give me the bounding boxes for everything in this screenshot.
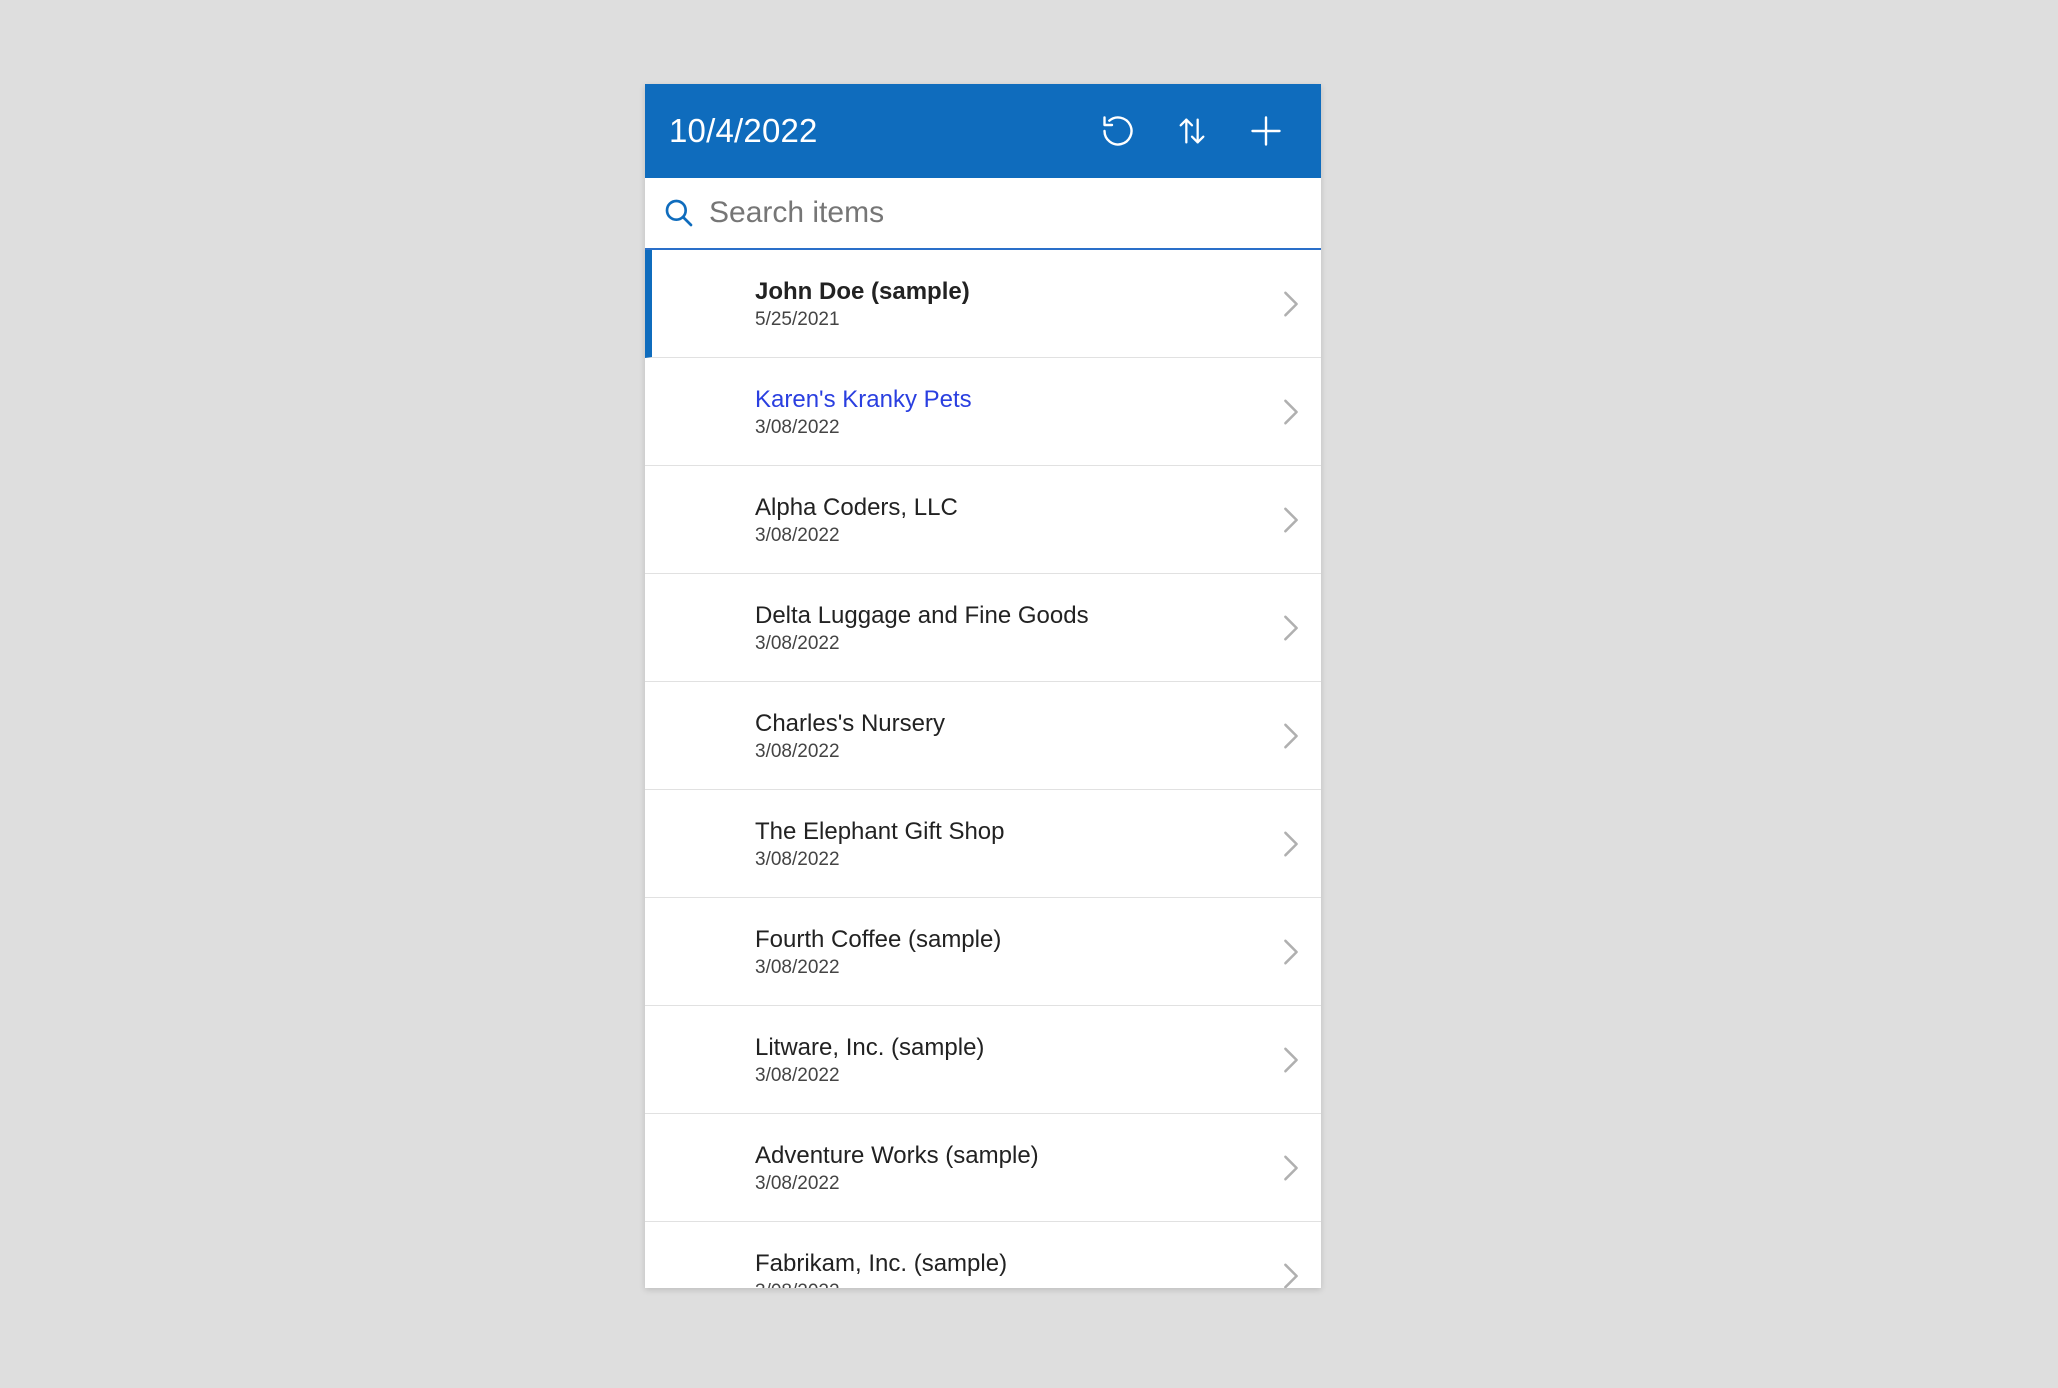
search-bar[interactable] (645, 178, 1321, 250)
list-item[interactable]: Alpha Coders, LLC3/08/2022 (645, 466, 1321, 574)
list-item-text: Fabrikam, Inc. (sample) 3/08/2022 (755, 1249, 1275, 1289)
header-title: 10/4/2022 (669, 112, 1077, 150)
list-item-text: Alpha Coders, LLC3/08/2022 (755, 493, 1275, 547)
chevron-right-icon (1275, 614, 1307, 642)
list-item-title: Litware, Inc. (sample) (755, 1033, 1275, 1063)
sort-button[interactable] (1159, 99, 1225, 163)
list-item-date: 3/08/2022 (755, 525, 1275, 547)
list-item[interactable]: Adventure Works (sample)3/08/2022 (645, 1114, 1321, 1222)
search-input[interactable] (709, 196, 1303, 230)
list-item[interactable]: Fourth Coffee (sample)3/08/2022 (645, 898, 1321, 1006)
list-item-date: 3/08/2022 (755, 741, 1275, 763)
refresh-icon (1100, 113, 1136, 149)
list-item-text: Delta Luggage and Fine Goods3/08/2022 (755, 601, 1275, 655)
list-item[interactable]: Litware, Inc. (sample)3/08/2022 (645, 1006, 1321, 1114)
list-item-text: Adventure Works (sample)3/08/2022 (755, 1141, 1275, 1195)
list-item[interactable]: Delta Luggage and Fine Goods3/08/2022 (645, 574, 1321, 682)
chevron-right-icon (1275, 1046, 1307, 1074)
list-item-text: Charles's Nursery3/08/2022 (755, 709, 1275, 763)
list-item-title: John Doe (sample) (755, 277, 1275, 307)
chevron-right-icon (1275, 1262, 1307, 1289)
list-item-date: 3/08/2022 (755, 633, 1275, 655)
list-item-date: 3/08/2022 (755, 417, 1275, 439)
list-item[interactable]: Karen's Kranky Pets3/08/2022 (645, 358, 1321, 466)
list-item-text: John Doe (sample)5/25/2021 (755, 277, 1275, 331)
chevron-right-icon (1275, 938, 1307, 966)
list-item-text: The Elephant Gift Shop3/08/2022 (755, 817, 1275, 871)
list-item-title: Adventure Works (sample) (755, 1141, 1275, 1171)
header-bar: 10/4/2022 (645, 84, 1321, 178)
plus-icon (1248, 113, 1284, 149)
list-item-date: 3/08/2022 (755, 957, 1275, 979)
list-item-title: Delta Luggage and Fine Goods (755, 601, 1275, 631)
list-item-date: 5/25/2021 (755, 309, 1275, 331)
chevron-right-icon (1275, 1154, 1307, 1182)
add-button[interactable] (1233, 99, 1299, 163)
chevron-right-icon (1275, 398, 1307, 426)
chevron-right-icon (1275, 722, 1307, 750)
list-item-text: Litware, Inc. (sample)3/08/2022 (755, 1033, 1275, 1087)
list-item-text: Karen's Kranky Pets3/08/2022 (755, 385, 1275, 439)
list-item[interactable]: John Doe (sample)5/25/2021 (645, 250, 1321, 358)
chevron-right-icon (1275, 830, 1307, 858)
list-item-date: 3/08/2022 (755, 1173, 1275, 1195)
list-item-title: Fabrikam, Inc. (sample) (755, 1249, 1275, 1279)
list-item-text: Fourth Coffee (sample)3/08/2022 (755, 925, 1275, 979)
items-list: John Doe (sample)5/25/2021 Karen's Kranky… (645, 250, 1321, 1288)
list-item-title: The Elephant Gift Shop (755, 817, 1275, 847)
chevron-right-icon (1275, 290, 1307, 318)
list-item[interactable]: Charles's Nursery3/08/2022 (645, 682, 1321, 790)
list-item[interactable]: The Elephant Gift Shop3/08/2022 (645, 790, 1321, 898)
list-item-title[interactable]: Karen's Kranky Pets (755, 385, 1275, 415)
chevron-right-icon (1275, 506, 1307, 534)
list-item-title: Fourth Coffee (sample) (755, 925, 1275, 955)
list-item-date: 3/08/2022 (755, 1065, 1275, 1087)
app-frame: 10/4/2022 (645, 84, 1321, 1288)
sort-icon (1175, 114, 1209, 148)
list-item-date: 3/08/2022 (755, 1281, 1275, 1289)
list-item-title: Charles's Nursery (755, 709, 1275, 739)
search-icon (663, 197, 695, 229)
list-item[interactable]: Fabrikam, Inc. (sample) 3/08/2022 (645, 1222, 1321, 1288)
list-item-date: 3/08/2022 (755, 849, 1275, 871)
list-item-title: Alpha Coders, LLC (755, 493, 1275, 523)
refresh-button[interactable] (1085, 99, 1151, 163)
